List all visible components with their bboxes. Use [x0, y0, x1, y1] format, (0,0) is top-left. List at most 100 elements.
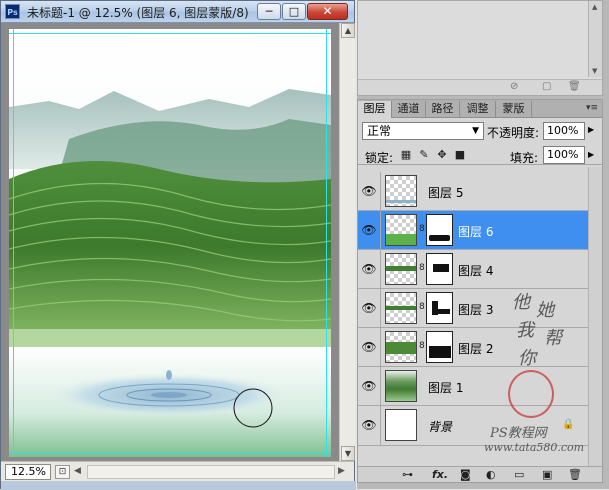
watermark-char: 帮: [544, 328, 562, 349]
scroll-right-icon[interactable]: ▶: [338, 466, 345, 476]
horizontal-scrollbar[interactable]: [87, 465, 335, 479]
mask-content: [429, 235, 450, 241]
close-icon: ✕: [322, 4, 333, 18]
blend-row: 正常 ▼ 不透明度: 100% ▶: [358, 120, 602, 142]
lock-position-icon[interactable]: ✥: [436, 149, 448, 161]
canvas-area[interactable]: [1, 23, 339, 461]
blend-mode-value: 正常: [367, 124, 392, 138]
mask-content: [432, 309, 450, 314]
lock-label: 锁定:: [365, 151, 394, 165]
watermark-char: 我: [516, 320, 534, 341]
layer-mask-thumbnail[interactable]: [426, 214, 453, 246]
fill-field[interactable]: 100%: [543, 146, 585, 164]
eye-icon[interactable]: 👁: [361, 263, 377, 275]
close-button[interactable]: ✕: [307, 3, 348, 20]
lock-row: 锁定: ▦ ✎ ✥ ■ 填充: 100% ▶: [358, 145, 602, 165]
layer-mask-thumbnail[interactable]: [426, 331, 453, 363]
panel-dock: ▲ ▼ ⊘ ▢ 🗑 图层 通道 路径 调整 蒙版 ▾≡ 正常 ▼ 不透明度: 1…: [357, 0, 609, 489]
maximize-button[interactable]: □: [282, 3, 306, 20]
new-layer-icon[interactable]: ▣: [542, 468, 552, 481]
chain-link-icon[interactable]: 8: [419, 341, 425, 351]
layer-row[interactable]: 👁 背景 🔒: [358, 406, 588, 446]
layer-thumbnail: [385, 253, 417, 285]
image-canvas[interactable]: [9, 29, 331, 457]
scroll-up-icon[interactable]: ▲: [592, 3, 597, 11]
lock-transparency-icon[interactable]: ▦: [400, 149, 412, 161]
lock-pixels-icon[interactable]: ✎: [418, 149, 430, 161]
opacity-slider-icon[interactable]: ▶: [588, 125, 594, 134]
thumbnail-content: [386, 234, 416, 245]
watermark-line1: PS教程网: [490, 426, 547, 441]
mask-content: [433, 264, 449, 272]
scroll-left-icon[interactable]: ◀: [74, 466, 81, 476]
panel-menu-icon[interactable]: ▾≡: [586, 103, 598, 113]
layer-name: 图层 3: [458, 303, 494, 317]
vertical-scrollbar[interactable]: ▲ ▼: [339, 23, 355, 461]
group-icon[interactable]: ▭: [514, 468, 524, 481]
eye-icon[interactable]: 👁: [361, 419, 377, 431]
layer-mask-thumbnail[interactable]: [426, 292, 453, 324]
blend-mode-select[interactable]: 正常 ▼: [362, 122, 484, 140]
tab-adjustments[interactable]: 调整: [460, 101, 496, 118]
minimize-button[interactable]: ─: [257, 3, 281, 20]
eye-divider: [380, 172, 381, 211]
scroll-down-icon[interactable]: ▼: [592, 67, 597, 75]
horizontal-guide: [9, 33, 331, 34]
tab-masks[interactable]: 蒙版: [496, 101, 532, 118]
fill-label: 填充:: [510, 151, 539, 165]
eye-icon[interactable]: 👁: [361, 341, 377, 353]
layer-row[interactable]: 👁 图层 5: [358, 172, 588, 211]
horizontal-guide: [9, 453, 331, 454]
eye-divider: [380, 367, 381, 406]
opacity-field[interactable]: 100%: [543, 122, 585, 140]
status-info-icon[interactable]: ⊡: [55, 465, 70, 479]
layer-thumbnail: [385, 331, 417, 363]
tab-paths[interactable]: 路径: [426, 101, 460, 118]
status-bar: 12.5% ⊡ ◀ ▶: [1, 461, 354, 481]
no-icon[interactable]: ⊘: [510, 81, 518, 92]
layer-thumbnail: [385, 292, 417, 324]
scroll-up-icon[interactable]: ▲: [341, 23, 355, 38]
layer-thumbnail: [385, 370, 417, 402]
upper-panel-scrollbar[interactable]: ▲ ▼: [588, 1, 602, 77]
thumbnail-content: [386, 342, 416, 354]
layer-row[interactable]: 👁 8 图层 4: [358, 250, 588, 289]
layer-mask-thumbnail[interactable]: [426, 253, 453, 285]
tab-layers[interactable]: 图层: [358, 101, 392, 118]
layer-row[interactable]: 👁 图层 1: [358, 367, 588, 406]
lock-all-icon[interactable]: ■: [454, 149, 466, 161]
photoshop-app-icon[interactable]: Ps: [5, 4, 20, 19]
chain-link-icon[interactable]: 8: [419, 302, 425, 312]
scroll-down-icon[interactable]: ▼: [341, 446, 355, 461]
zoom-level-field[interactable]: 12.5%: [5, 464, 51, 480]
fill-slider-icon[interactable]: ▶: [588, 150, 594, 159]
watermark-char: 她: [536, 300, 554, 321]
link-icon[interactable]: ⊶: [402, 468, 413, 481]
document-titlebar[interactable]: Ps 未标题-1 @ 12.5% (图层 6, 图层蒙版/8) * ─ □ ✕: [1, 1, 354, 23]
adjustment-icon[interactable]: ◐: [486, 468, 496, 481]
chain-link-icon[interactable]: 8: [419, 224, 425, 234]
mask-icon[interactable]: ◙: [460, 468, 471, 481]
new-icon[interactable]: ▢: [542, 81, 551, 92]
tab-channels[interactable]: 通道: [392, 101, 426, 118]
trash-icon[interactable]: 🗑: [568, 81, 581, 92]
chevron-down-icon: ▼: [472, 126, 479, 136]
layer-row-selected[interactable]: 👁 8 图层 6: [358, 211, 588, 250]
eye-icon[interactable]: 👁: [361, 224, 377, 236]
watermark-line2: www.tata580.com: [484, 441, 585, 454]
layers-scrollbar[interactable]: [588, 167, 602, 467]
layer-thumbnail: [385, 214, 417, 246]
lock-icon: 🔒: [562, 419, 575, 430]
document-window: Ps 未标题-1 @ 12.5% (图层 6, 图层蒙版/8) * ─ □ ✕: [0, 0, 356, 490]
panel-tab-strip: 图层 通道 路径 调整 蒙版 ▾≡: [358, 100, 602, 118]
watermark-char: 他: [512, 292, 530, 313]
eye-icon[interactable]: 👁: [361, 380, 377, 392]
eye-icon[interactable]: 👁: [361, 185, 377, 197]
eye-divider: [380, 211, 381, 250]
layer-name: 图层 1: [428, 381, 464, 395]
eye-icon[interactable]: 👁: [361, 302, 377, 314]
opacity-label: 不透明度:: [487, 126, 540, 140]
chain-link-icon[interactable]: 8: [419, 263, 425, 273]
trash-icon[interactable]: 🗑: [568, 468, 582, 481]
fx-icon[interactable]: fx.: [432, 468, 448, 481]
